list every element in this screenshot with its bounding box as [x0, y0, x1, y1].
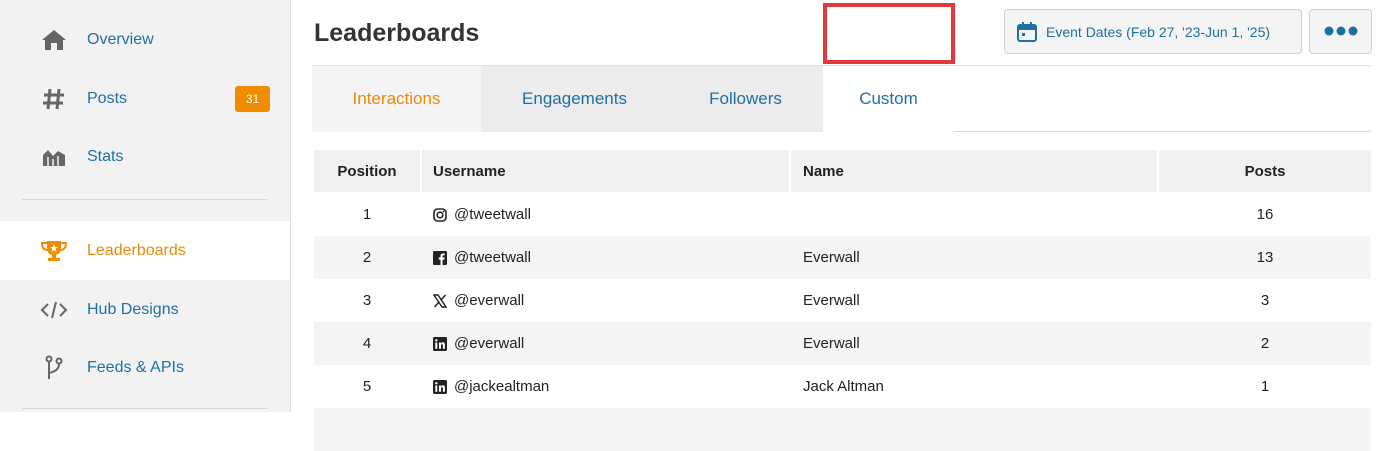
- row-username[interactable]: @tweetwall: [454, 249, 531, 266]
- sidebar-item-posts[interactable]: Posts 31: [0, 70, 290, 128]
- row-username[interactable]: @everwall: [454, 335, 524, 352]
- branch-icon: [40, 354, 68, 382]
- code-icon: [40, 296, 68, 324]
- tab-followers[interactable]: Followers: [668, 66, 823, 132]
- sidebar-item-label: Stats: [87, 148, 124, 165]
- table-row[interactable]: 3 @everwall Everwall 3: [314, 279, 1371, 322]
- row-posts: 2: [1260, 335, 1270, 352]
- column-header-name[interactable]: Name: [791, 150, 1157, 192]
- sidebar-item-hub-designs[interactable]: Hub Designs: [0, 281, 290, 339]
- row-username-cell: @tweetwall: [422, 193, 789, 236]
- sidebar-item-overview[interactable]: Overview: [0, 11, 290, 69]
- tab-engagements[interactable]: Engagements: [481, 66, 668, 132]
- table-row[interactable]: 5 @jackealtman Jack Altman 1: [314, 365, 1371, 408]
- row-name: Everwall: [803, 335, 860, 352]
- sidebar-item-label: Posts: [87, 90, 128, 107]
- sidebar-item-label: Hub Designs: [87, 301, 179, 318]
- column-header-position[interactable]: Position: [314, 150, 420, 192]
- home-icon: [40, 26, 68, 54]
- row-username-cell: @everwall: [422, 322, 789, 365]
- row-username-cell: @jackealtman: [422, 365, 789, 408]
- tab-interactions[interactable]: Interactions: [312, 66, 481, 132]
- facebook-icon: [433, 250, 447, 265]
- table-row: [314, 408, 1371, 451]
- table-row[interactable]: 2 @tweetwall Everwall 13: [314, 236, 1371, 279]
- event-dates-label: Event Dates (Feb 27, '23-Jun 1, '25): [1046, 23, 1271, 40]
- more-options-button[interactable]: [1309, 9, 1372, 54]
- posts-count-badge: 31: [235, 86, 270, 112]
- event-dates-button[interactable]: Event Dates (Feb 27, '23-Jun 1, '25): [1004, 9, 1302, 54]
- main-content: Leaderboards Event Dates (Feb 27, '23-Ju…: [291, 0, 1392, 451]
- row-name: Everwall: [803, 292, 860, 309]
- sidebar-divider: [22, 408, 267, 409]
- tab-custom[interactable]: Custom: [823, 66, 954, 132]
- instagram-icon: [433, 207, 447, 222]
- linkedin-icon: [433, 336, 447, 351]
- calendar-icon: [1017, 22, 1037, 47]
- more-dots-icon: [1324, 23, 1358, 41]
- row-position: 5: [362, 378, 372, 395]
- row-position: 3: [362, 292, 372, 309]
- row-name: [791, 193, 1157, 236]
- row-position: 2: [362, 249, 372, 266]
- custom-tab-highlight-box: [823, 3, 955, 64]
- sidebar-item-label: Overview: [87, 31, 154, 48]
- sidebar-divider: [22, 199, 267, 200]
- trophy-icon: [40, 237, 68, 265]
- linkedin-icon: [433, 379, 447, 394]
- row-username[interactable]: @jackealtman: [454, 378, 549, 395]
- sidebar-item-stats[interactable]: Stats: [0, 128, 290, 186]
- row-name: Everwall: [803, 249, 860, 266]
- row-posts: 16: [1256, 206, 1274, 223]
- row-name: Jack Altman: [803, 378, 884, 395]
- stats-icon: [40, 143, 68, 171]
- row-position: 4: [362, 335, 372, 352]
- row-position: 1: [362, 206, 372, 223]
- sidebar-item-label: Leaderboards: [87, 242, 186, 259]
- row-username[interactable]: @tweetwall: [454, 206, 531, 223]
- hash-icon: [40, 85, 68, 113]
- page-title: Leaderboards: [314, 19, 480, 47]
- sidebar-item-label: Feeds & APIs: [87, 359, 184, 376]
- x-icon: [433, 293, 447, 308]
- row-posts: 3: [1260, 292, 1270, 309]
- table-row[interactable]: 4 @everwall Everwall 2: [314, 322, 1371, 365]
- table-row[interactable]: 1 @tweetwall 16: [314, 193, 1371, 236]
- row-username-cell: @everwall: [422, 279, 789, 322]
- sidebar: Overview Posts 31 Stats Leaderboards Hub…: [0, 0, 291, 412]
- row-username-cell: @tweetwall: [422, 236, 789, 279]
- table-header: Position Username Name Posts: [314, 150, 1371, 192]
- column-header-username[interactable]: Username: [422, 150, 789, 192]
- leaderboard-tabs: Interactions Engagements Followers Custo…: [312, 65, 1372, 132]
- row-posts: 13: [1256, 249, 1274, 266]
- row-username[interactable]: @everwall: [454, 292, 524, 309]
- column-header-posts[interactable]: Posts: [1159, 150, 1371, 192]
- sidebar-item-feeds-apis[interactable]: Feeds & APIs: [0, 339, 290, 397]
- sidebar-item-leaderboards[interactable]: Leaderboards: [0, 222, 290, 280]
- row-posts: 1: [1260, 378, 1270, 395]
